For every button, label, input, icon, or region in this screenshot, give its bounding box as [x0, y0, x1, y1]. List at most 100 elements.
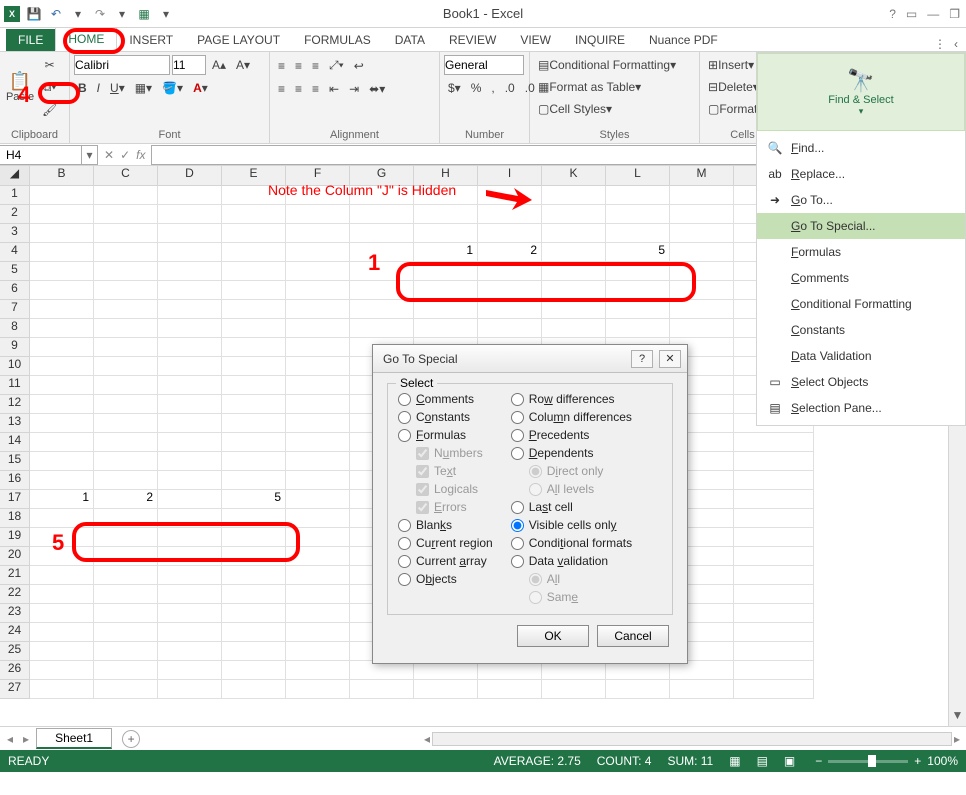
cell[interactable] [158, 528, 222, 547]
cell[interactable] [222, 623, 286, 642]
font-color-button[interactable]: A▾ [189, 78, 212, 98]
cell[interactable] [94, 585, 158, 604]
dialog-help-icon[interactable]: ? [631, 350, 653, 368]
cell[interactable] [94, 604, 158, 623]
cell[interactable] [158, 509, 222, 528]
cut-icon[interactable]: ✂ [38, 55, 61, 75]
merge-center-icon[interactable]: ⬌▾ [365, 79, 389, 99]
formatpainter-icon[interactable]: 🖌 [38, 100, 61, 120]
cell[interactable] [158, 281, 222, 300]
row-header-21[interactable]: 21 [0, 566, 30, 585]
cell[interactable] [606, 186, 670, 205]
cell[interactable] [670, 680, 734, 699]
cell[interactable] [414, 680, 478, 699]
cell[interactable] [30, 357, 94, 376]
cell[interactable] [606, 300, 670, 319]
cell[interactable] [286, 243, 350, 262]
cell[interactable] [606, 281, 670, 300]
cell[interactable] [30, 452, 94, 471]
tell-me-icon[interactable]: ⋮ [934, 37, 946, 51]
scroll-down-icon[interactable]: ▼ [949, 708, 966, 726]
row-header-24[interactable]: 24 [0, 623, 30, 642]
cell[interactable] [734, 604, 814, 623]
sheet-nav-last-icon[interactable]: ▸ [20, 732, 32, 746]
fill-color-button[interactable]: 🪣▾ [158, 78, 187, 98]
cell[interactable] [670, 186, 734, 205]
cell[interactable] [158, 186, 222, 205]
cell[interactable] [222, 262, 286, 281]
cell[interactable] [286, 281, 350, 300]
zoom-out-icon[interactable]: − [815, 754, 822, 768]
cell[interactable] [286, 680, 350, 699]
cell[interactable] [30, 300, 94, 319]
cell[interactable] [606, 224, 670, 243]
cell[interactable] [158, 224, 222, 243]
align-center-icon[interactable]: ≡ [291, 79, 306, 99]
cell[interactable] [414, 205, 478, 224]
cell[interactable] [734, 433, 814, 452]
cell[interactable] [30, 224, 94, 243]
find-menu-item-0[interactable]: 🔍Find... [757, 135, 965, 161]
row-header-12[interactable]: 12 [0, 395, 30, 414]
cell[interactable] [30, 604, 94, 623]
cell[interactable] [94, 281, 158, 300]
cell[interactable] [94, 471, 158, 490]
cell[interactable] [158, 357, 222, 376]
cell[interactable] [30, 566, 94, 585]
cell[interactable] [414, 300, 478, 319]
dialog-option-precedents[interactable]: Precedents [511, 428, 632, 442]
cell[interactable] [350, 262, 414, 281]
cell[interactable] [94, 414, 158, 433]
cell[interactable] [222, 433, 286, 452]
wrap-text-icon[interactable]: ↩ [350, 56, 368, 76]
cell[interactable] [158, 262, 222, 281]
cell[interactable] [222, 585, 286, 604]
save-icon[interactable]: 💾 [26, 6, 42, 22]
row-header-15[interactable]: 15 [0, 452, 30, 471]
cell[interactable] [94, 452, 158, 471]
cell[interactable] [286, 414, 350, 433]
fx-icon[interactable]: fx [136, 148, 145, 162]
sheet-tab-sheet1[interactable]: Sheet1 [36, 728, 112, 749]
cell[interactable] [158, 243, 222, 262]
cell[interactable] [222, 566, 286, 585]
cell[interactable] [606, 680, 670, 699]
cell[interactable] [670, 300, 734, 319]
cell[interactable] [478, 319, 542, 338]
cell[interactable] [94, 262, 158, 281]
cell[interactable] [222, 509, 286, 528]
cell[interactable] [286, 205, 350, 224]
find-menu-item-4[interactable]: Formulas [757, 239, 965, 265]
cell[interactable] [670, 262, 734, 281]
cell[interactable] [350, 205, 414, 224]
cell[interactable] [158, 642, 222, 661]
row-header-2[interactable]: 2 [0, 205, 30, 224]
cell[interactable]: 5 [222, 490, 286, 509]
cell[interactable] [222, 224, 286, 243]
cell[interactable] [542, 300, 606, 319]
cell[interactable] [94, 205, 158, 224]
zoom-slider[interactable] [828, 760, 908, 763]
align-middle-icon[interactable]: ≡ [291, 56, 306, 76]
cell[interactable] [542, 243, 606, 262]
cell[interactable] [734, 661, 814, 680]
zoom-in-icon[interactable]: + [914, 754, 921, 768]
sheet-nav-first-icon[interactable]: ◂ [4, 732, 16, 746]
cell[interactable] [94, 661, 158, 680]
cell[interactable] [158, 661, 222, 680]
zoom-level[interactable]: 100% [927, 754, 958, 768]
cell[interactable] [158, 319, 222, 338]
dialog-option-dependents[interactable]: Dependents [511, 446, 632, 460]
cell[interactable] [222, 205, 286, 224]
format-table-button[interactable]: ▦ Format as Table ▾ [534, 77, 645, 97]
row-header-4[interactable]: 4 [0, 243, 30, 262]
find-menu-item-7[interactable]: Constants [757, 317, 965, 343]
col-header-K[interactable]: K [542, 166, 606, 185]
cell[interactable] [222, 547, 286, 566]
cell[interactable] [286, 490, 350, 509]
col-header-D[interactable]: D [158, 166, 222, 185]
cell[interactable] [30, 471, 94, 490]
insert-cells-button[interactable]: ⊞ Insert ▾ [704, 55, 758, 75]
number-format-select[interactable] [444, 55, 524, 75]
cell[interactable]: 1 [30, 490, 94, 509]
